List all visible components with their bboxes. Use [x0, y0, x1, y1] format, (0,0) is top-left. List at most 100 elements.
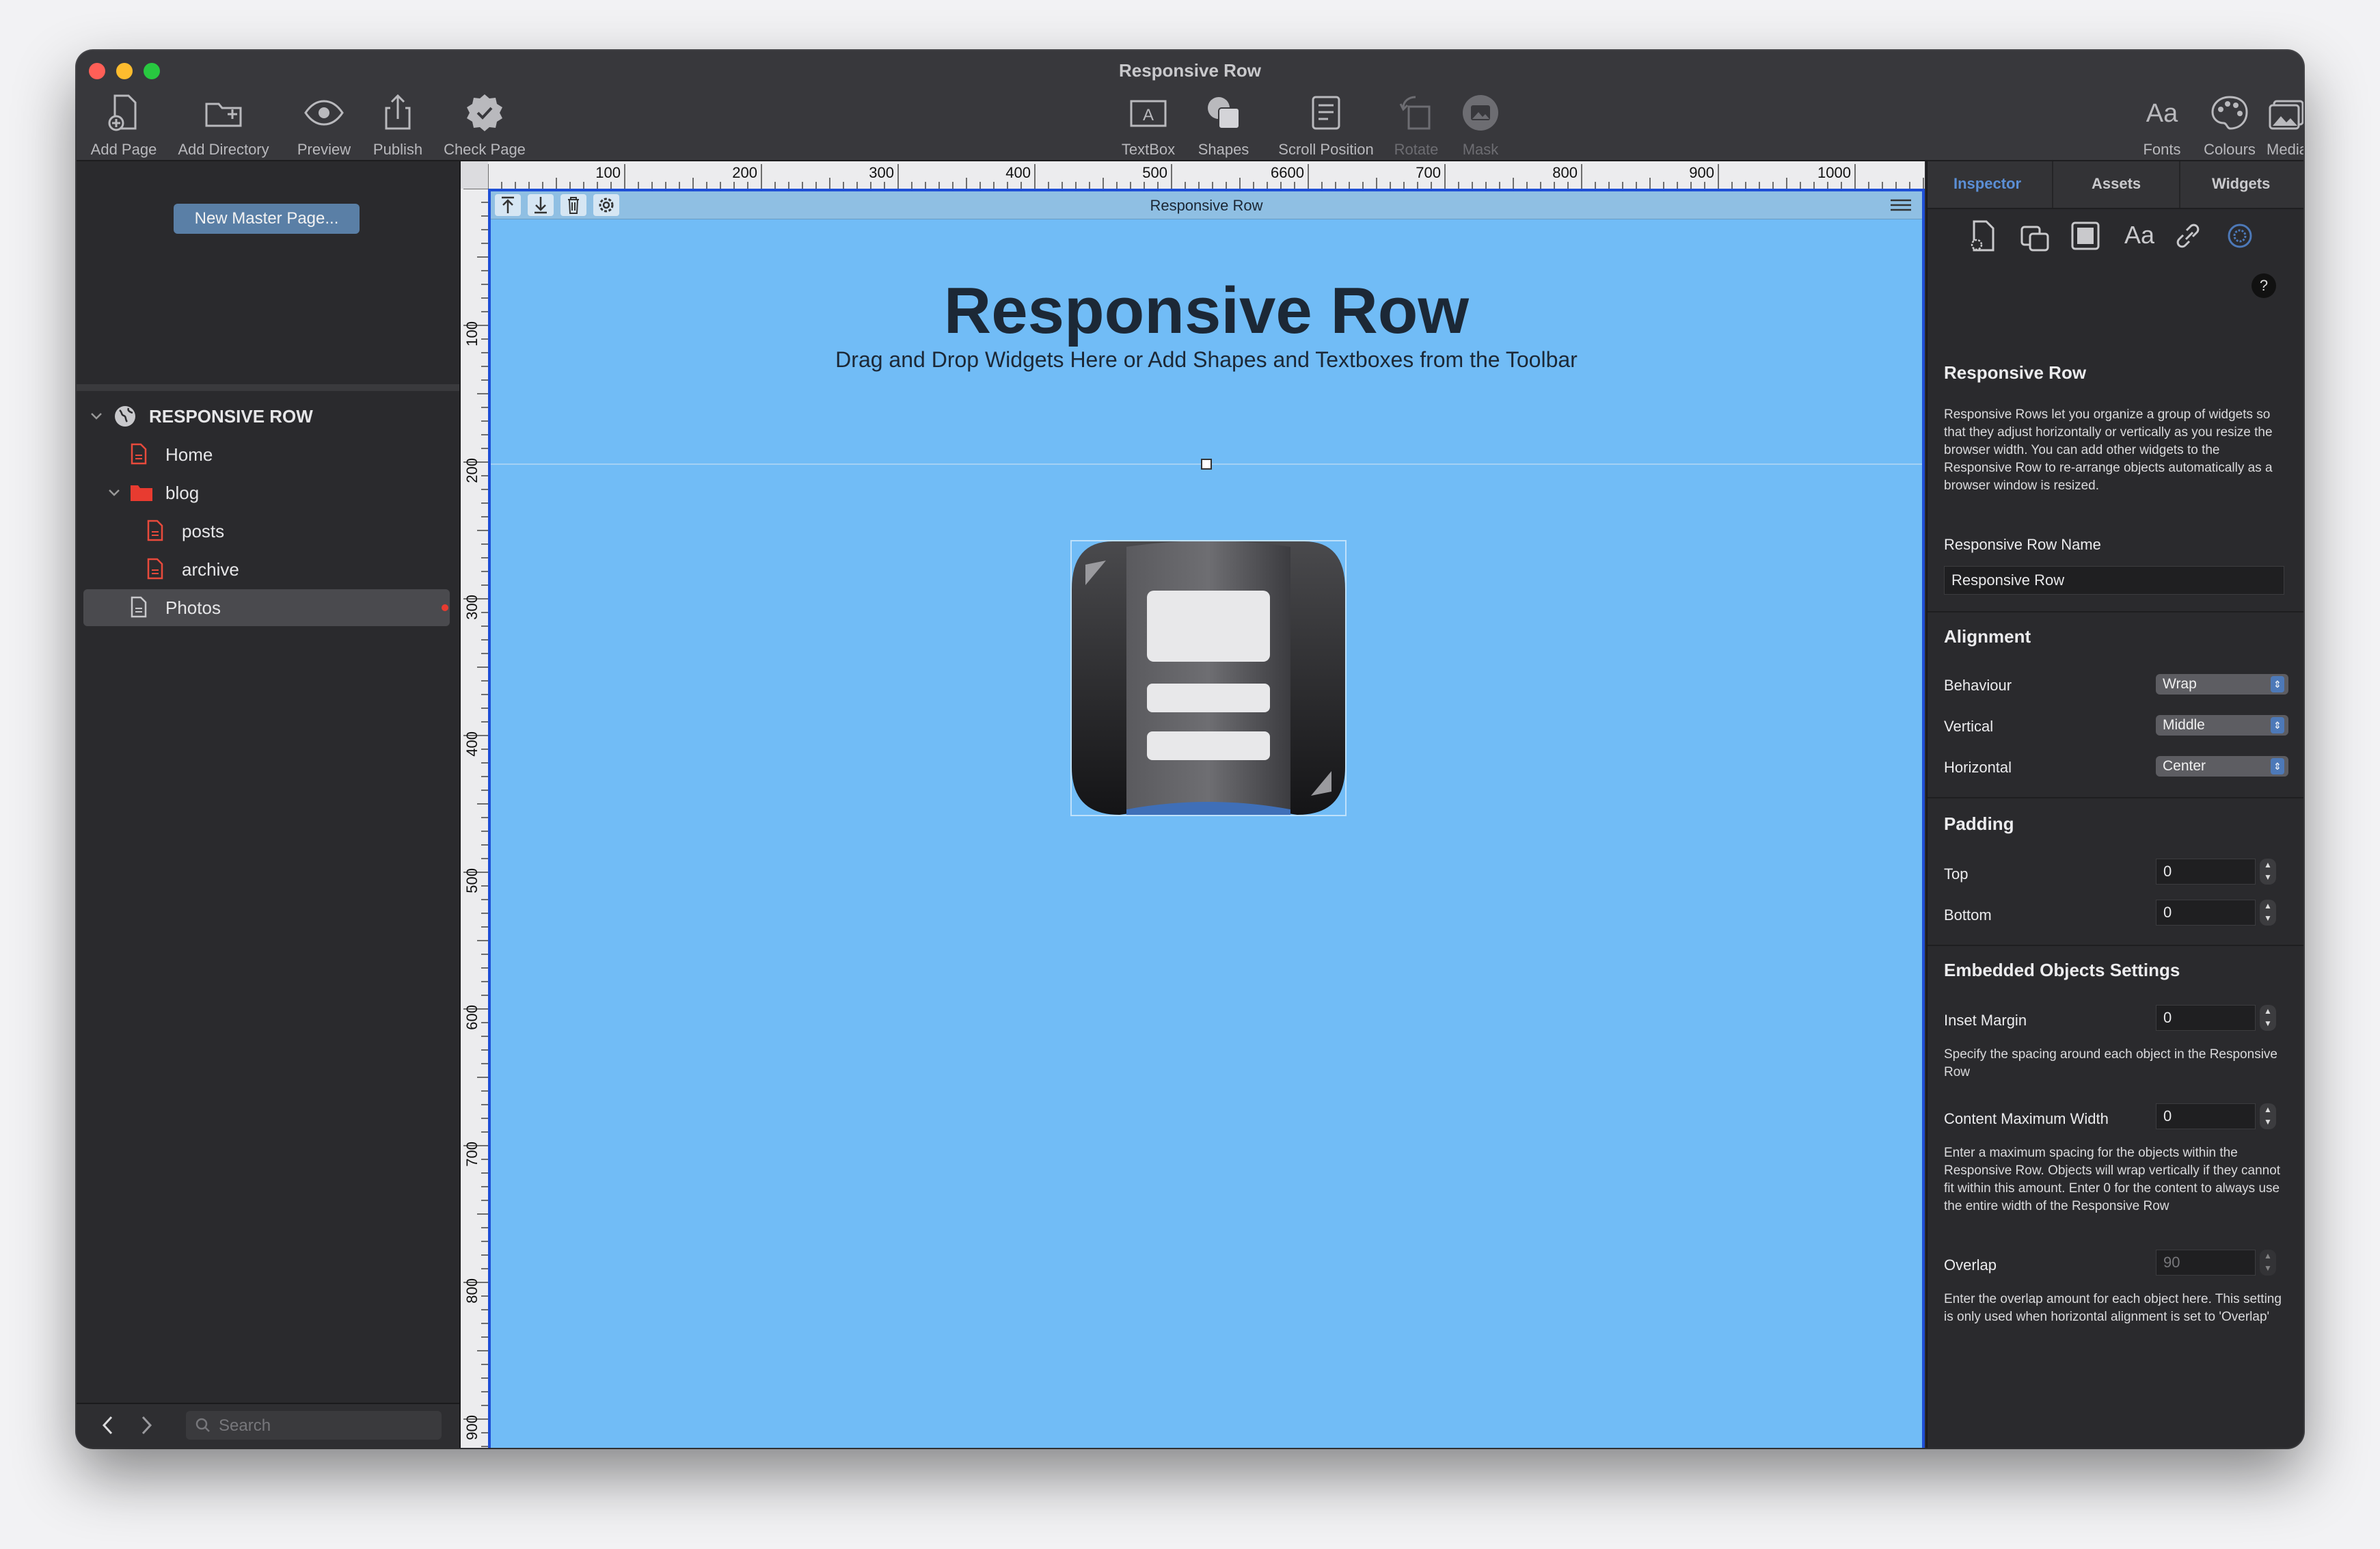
chevron-left-icon[interactable] [101, 1415, 115, 1436]
horizontal-select[interactable]: Center ⇕ [2156, 756, 2288, 777]
shapes-button[interactable]: Shapes [1189, 92, 1258, 158]
sidebar-item-blog[interactable]: blog [83, 474, 450, 511]
sidebar-item-label: posts [182, 521, 225, 541]
content-max-width-help: Enter a maximum spacing for the objects … [1944, 1146, 2281, 1213]
tab-assets[interactable]: Assets [2092, 175, 2141, 193]
mask-label: Mask [1462, 141, 1499, 158]
inset-margin-stepper[interactable]: ▲ ▼ [2260, 1005, 2276, 1031]
bottom-padding-stepper[interactable]: ▲ ▼ [2260, 900, 2276, 926]
behaviour-select[interactable]: Wrap ⇕ [2156, 674, 2288, 695]
ruler-label: 6600 [1271, 164, 1304, 181]
ruler-corner [461, 161, 488, 189]
page-settings-icon[interactable] [1967, 219, 1999, 253]
publish-button[interactable]: Publish [364, 92, 432, 158]
sidebar-footer: Search [77, 1403, 459, 1448]
inset-margin-field[interactable]: 0 [2156, 1005, 2256, 1031]
content-max-width-field[interactable]: 0 [2156, 1103, 2256, 1129]
hamburger-menu-icon[interactable] [1889, 198, 1912, 212]
media-icon [2269, 100, 2303, 130]
row-name-field[interactable]: Responsive Row [1944, 566, 2284, 595]
search-input[interactable]: Search [186, 1411, 442, 1440]
page-icon [147, 520, 163, 541]
shapes-inspector-icon[interactable] [2019, 219, 2051, 253]
bottom-padding-field[interactable]: 0 [2156, 900, 2256, 926]
svg-text:A: A [1143, 106, 1154, 124]
inspector-panel: Inspector Assets Widgets Aa ? Responsive… [1926, 161, 2303, 1448]
add-page-button[interactable]: Add Page [86, 92, 161, 158]
overlap-label: Overlap [1944, 1256, 1997, 1274]
ruler-label: 900 [1689, 164, 1714, 181]
textbox-button[interactable]: A TextBox [1114, 92, 1182, 158]
ruler-label: 400 [1005, 164, 1031, 181]
overlap-help: Enter the overlap amount for each object… [1944, 1292, 2282, 1324]
chevron-down-icon[interactable] [108, 488, 120, 498]
sidebar-item-posts[interactable]: posts [83, 513, 450, 550]
section-divider [1928, 945, 2303, 946]
content-max-width-label: Content Maximum Width [1944, 1110, 2109, 1127]
sidebar-item-label: Home [165, 444, 213, 465]
app-logo-icon [1072, 541, 1345, 815]
site-sidebar: New Master Page... RESPONSIVE ROW Home b… [77, 161, 461, 1448]
chevron-updown-icon: ⇕ [2271, 676, 2284, 692]
page-icon [131, 596, 147, 618]
sidebar-item-archive[interactable]: archive [83, 551, 450, 588]
tab-divider [2052, 161, 2053, 208]
add-directory-button[interactable]: Add Directory [172, 92, 275, 158]
vertical-select[interactable]: Middle ⇕ [2156, 715, 2288, 736]
ruler-ticks: 100 200 300 400 500 600 700 800 900 [463, 188, 488, 1447]
ruler-label: 600 [463, 1005, 481, 1030]
overlap-field[interactable]: 90 [2156, 1250, 2256, 1276]
hero-subtitle[interactable]: Drag and Drop Widgets Here or Add Shapes… [491, 347, 1922, 373]
globe-icon [115, 406, 135, 427]
window-title: Responsive Row [1118, 60, 1262, 81]
rotate-button[interactable]: Rotate [1382, 92, 1450, 158]
svg-text:Aa: Aa [2146, 99, 2178, 128]
top-padding-field[interactable]: 0 [2156, 859, 2256, 885]
sidebar-item-photos[interactable]: Photos [83, 589, 450, 626]
sidebar-site-name: RESPONSIVE ROW [149, 406, 313, 427]
responsive-row[interactable]: Responsive Row Responsive Row Drag and D… [488, 189, 1925, 1448]
fonts-icon: Aa [2146, 99, 2178, 128]
sidebar-site-root[interactable]: RESPONSIVE ROW [83, 398, 450, 435]
bottom-padding-label: Bottom [1944, 906, 1992, 924]
preview-button[interactable]: Preview [290, 92, 358, 158]
top-padding-stepper[interactable]: ▲ ▼ [2260, 859, 2276, 885]
help-button[interactable]: ? [2251, 273, 2276, 298]
check-page-button[interactable]: Check Page [440, 92, 529, 158]
colours-button[interactable]: Colours [2195, 92, 2264, 158]
resize-handle[interactable] [1201, 459, 1212, 470]
chevron-down-icon[interactable] [90, 412, 103, 421]
media-button[interactable]: Media [2261, 92, 2303, 158]
publish-label: Publish [373, 141, 423, 158]
app-window: Responsive Row Add Page Add Directory Pr… [77, 51, 2303, 1448]
layout-inspector-icon[interactable] [2070, 219, 2101, 253]
widget-settings-icon[interactable] [2224, 219, 2256, 253]
inspector-description: Responsive Rows let you organize a group… [1944, 407, 2273, 493]
new-master-page-button[interactable]: New Master Page... [174, 204, 360, 234]
tab-inspector[interactable]: Inspector [1953, 175, 2021, 193]
link-icon[interactable] [2172, 219, 2204, 253]
share-icon [385, 94, 411, 130]
mask-button[interactable]: Mask [1446, 92, 1515, 158]
fonts-button[interactable]: Aa Fonts [2131, 92, 2193, 158]
content-max-width-stepper[interactable]: ▲ ▼ [2260, 1103, 2276, 1129]
scroll-position-button[interactable]: Scroll Position [1265, 92, 1388, 158]
sidebar-item-home[interactable]: Home [83, 436, 450, 473]
sidebar-resize-handle[interactable] [77, 384, 459, 391]
hero-title[interactable]: Responsive Row [491, 273, 1922, 349]
fonts-label: Fonts [2143, 141, 2181, 158]
app-logo-image[interactable] [1070, 540, 1347, 816]
overlap-stepper[interactable]: ▲ ▼ [2260, 1250, 2276, 1276]
tab-widgets[interactable]: Widgets [2212, 175, 2270, 193]
ruler-label: 700 [1416, 164, 1441, 181]
inspector-section-title: Responsive Row [1944, 362, 2087, 383]
search-placeholder: Search [219, 1416, 271, 1435]
text-inspector-icon[interactable]: Aa [2120, 219, 2159, 253]
scroll-icon [1312, 96, 1340, 130]
horizontal-label: Horizontal [1944, 759, 2012, 776]
chevron-right-icon[interactable] [139, 1415, 153, 1436]
top-padding-label: Top [1944, 865, 1969, 883]
ruler-label: 800 [463, 1278, 481, 1304]
shapes-icon [1208, 97, 1240, 129]
sidebar-item-label: Photos [165, 597, 221, 618]
